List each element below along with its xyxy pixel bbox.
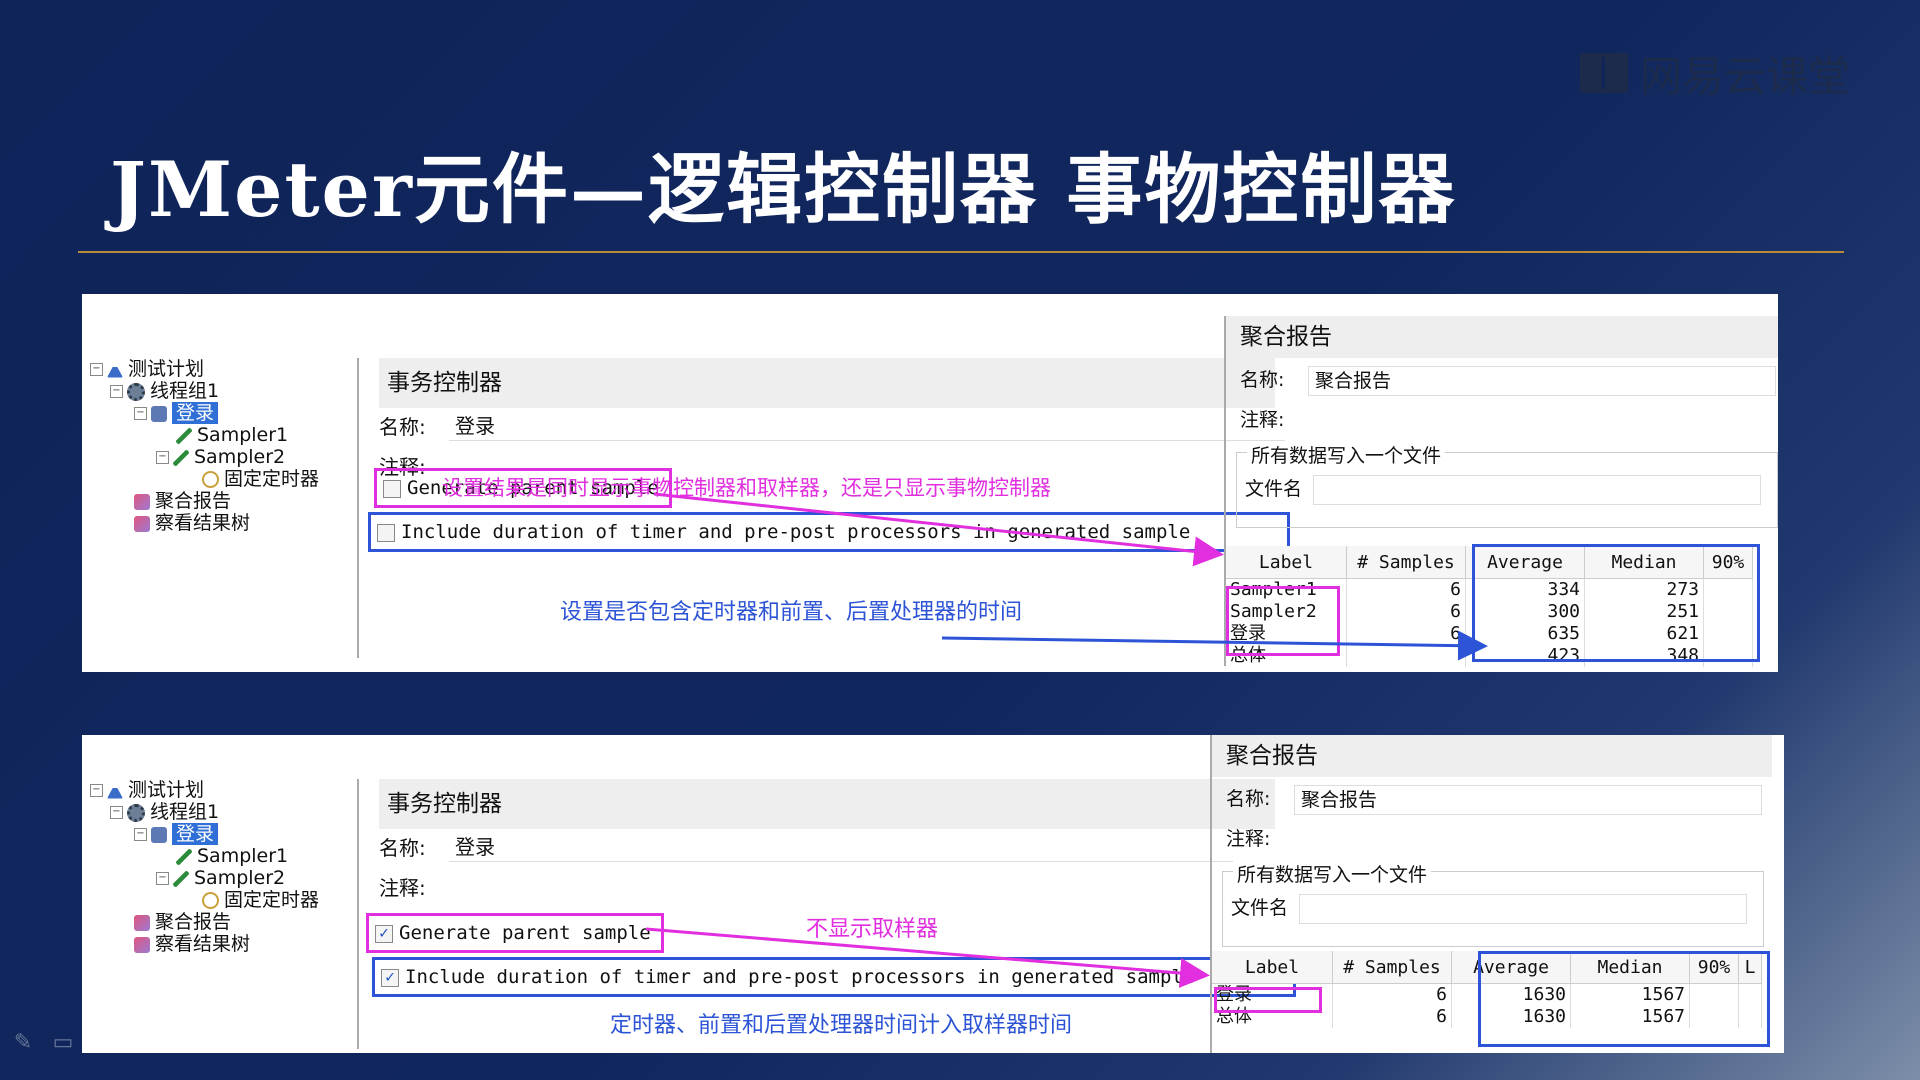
report-icon [134,914,150,931]
report-name-row: 名称: 聚合报告 [1226,781,1762,817]
report-comment-row: 注释: [1240,409,1285,431]
collapse-icon[interactable]: − [156,872,169,885]
annotation-blue: 设置是否包含定时器和前置、后置处理器的时间 [560,600,1023,625]
comment-row: 注释: [379,876,426,900]
eraser-icon[interactable]: ◌ [90,1030,116,1056]
report-icon [134,493,150,510]
file-group: 所有数据写入一个文件 文件名 [1222,860,1764,947]
screenshot-panel-2: − 测试计划 − 线程组1 − 登录 Sampler1 − Sampler2 固定定时器… [82,735,1784,1053]
include-duration-checkbox[interactable]: Include duration of timer and pre-post p… [368,512,1290,552]
checkbox-unchecked[interactable] [377,523,395,542]
file-group: 所有数据写入一个文件 文件名 [1236,441,1778,528]
report-title: 聚合报告 [1212,735,1772,777]
timer-icon [202,471,219,488]
title-divider [78,251,1844,253]
aggregate-report: 聚合报告 名称: 聚合报告 注释: 所有数据写入一个文件 文件名 Label # … [1210,735,1772,1053]
name-row: 名称: 登录 [379,831,1285,865]
slide-title: JMeter元件—逻辑控制器 事物控制器 [110,145,1457,234]
checkbox-checked[interactable]: ✓ [381,968,399,987]
collapse-icon[interactable]: − [110,806,123,819]
gear-icon [127,803,145,822]
checkbox-checked[interactable]: ✓ [375,924,393,943]
sampler-icon [176,427,192,444]
generate-parent-sample-checkbox[interactable]: ✓ Generate parent sample [366,913,664,953]
timer-icon [202,892,219,909]
annotation-magenta: 不显示取样器 [806,917,939,942]
flask-icon [107,361,123,378]
sampler-icon [173,449,189,466]
aggregate-report: 聚合报告 名称: 聚合报告 注释: 所有数据写入一个文件 文件名 Label # … [1224,316,1778,667]
controller-icon [151,826,167,843]
report-icon [134,936,150,953]
collapse-icon[interactable]: − [134,407,147,420]
file-name-field[interactable] [1299,894,1747,924]
pointer-icon[interactable]: ➤ [170,1030,196,1056]
sampler-icon [173,870,189,887]
flask-icon [107,782,123,799]
presentation-toolbar: ✎ ▭ ◌ ◇ ➤ [10,1030,196,1056]
annotation-blue: 定时器、前置和后置处理器时间计入取样器时间 [610,1013,1073,1038]
highlight-label-box [1226,586,1340,656]
highlight-label-box [1214,987,1322,1013]
highlight-time-box [1472,544,1760,662]
book-icon [1580,53,1628,93]
sampler-icon [176,848,192,865]
collapse-icon[interactable]: − [110,385,123,398]
collapse-icon[interactable]: − [90,784,103,797]
controller-icon [151,405,167,422]
brand-logo-text: 网易云课堂 [1640,51,1851,101]
pen-icon[interactable]: ✎ [10,1030,36,1056]
collapse-icon[interactable]: − [134,828,147,841]
name-field[interactable]: 登录 [449,833,1285,862]
file-name-row: 文件名 [1245,471,1761,507]
collapse-icon[interactable]: − [156,451,169,464]
file-name-row: 文件名 [1231,890,1747,926]
annotation-magenta: 设置结果是同时显示事物控制器和取样器，还是只显示事物控制器 [442,476,1051,500]
report-title: 聚合报告 [1226,316,1778,358]
checkbox-unchecked[interactable] [383,479,401,498]
screen-icon[interactable]: ▭ [50,1030,76,1056]
highlighter-icon[interactable]: ◇ [130,1030,156,1056]
report-icon [134,515,150,532]
name-row: 名称: 登录 [379,410,1285,444]
report-name-field[interactable]: 聚合报告 [1294,785,1762,815]
form-title: 事务控制器 [379,779,1275,829]
report-name-field[interactable]: 聚合报告 [1308,366,1776,396]
name-field[interactable]: 登录 [449,412,1285,441]
report-name-row: 名称: 聚合报告 [1240,362,1776,398]
form-title: 事务控制器 [379,358,1275,408]
brand-logo: 网易云课堂 [1580,48,1850,101]
highlight-time-box [1478,951,1770,1047]
file-name-field[interactable] [1313,475,1761,505]
report-comment-row: 注释: [1226,828,1271,850]
include-duration-checkbox[interactable]: ✓ Include duration of timer and pre-post … [372,957,1296,997]
gear-icon [127,382,145,401]
screenshot-panel-1: − 测试计划 − 线程组1 − 登录 Sampler1 − Sampler2 固定定时器… [82,294,1778,672]
collapse-icon[interactable]: − [90,363,103,376]
